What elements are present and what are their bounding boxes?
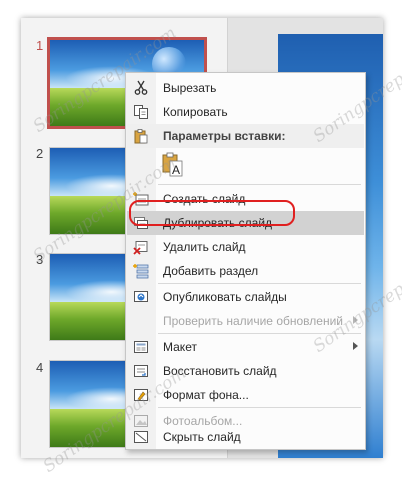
menu-item-label: Удалить слайд — [163, 240, 246, 254]
menu-item-cut[interactable]: Вырезать — [127, 76, 364, 100]
layout-icon — [134, 341, 148, 353]
submenu-arrow-icon — [353, 342, 358, 350]
menu-item-check-updates[interactable]: Проверить наличие обновлений — [127, 309, 364, 333]
menu-item-label: Вырезать — [163, 81, 217, 95]
menu-separator — [158, 184, 361, 185]
menu-header-label: Параметры вставки: — [163, 129, 286, 143]
duplicate-slide-highlight-ring — [129, 200, 295, 226]
menu-item-label: Скрыть слайд — [163, 430, 241, 444]
copy-icon — [134, 105, 148, 119]
slide-number: 1 — [36, 38, 44, 53]
menu-header-paste-options: Параметры вставки: — [127, 124, 364, 148]
slide-number: 2 — [36, 146, 44, 161]
menu-item-delete-slide[interactable]: Удалить слайд — [127, 235, 364, 259]
slide-number: 3 — [36, 252, 44, 267]
paste-option-row: A — [127, 148, 364, 182]
menu-item-label: Проверить наличие обновлений — [163, 314, 343, 328]
svg-text:A: A — [172, 163, 180, 177]
menu-item-label: Копировать — [163, 105, 228, 119]
menu-item-format-background[interactable]: Формат фона... — [127, 383, 364, 407]
menu-item-label: Восстановить слайд — [163, 364, 277, 378]
hide-slide-icon — [134, 431, 148, 443]
menu-item-label: Добавить раздел — [163, 264, 259, 278]
menu-item-add-section[interactable]: Добавить раздел — [127, 259, 364, 283]
menu-item-layout[interactable]: Макет — [127, 335, 364, 359]
menu-item-reset-slide[interactable]: Восстановить слайд — [127, 359, 364, 383]
menu-separator — [158, 407, 361, 408]
context-menu: Вырезать Копировать Параметры вставки: A — [125, 72, 366, 450]
format-background-icon — [134, 389, 148, 401]
scissors-icon — [134, 80, 148, 95]
menu-item-label: Опубликовать слайды — [163, 290, 287, 304]
paste-icon — [134, 129, 148, 144]
publish-slides-icon — [134, 291, 148, 302]
add-section-icon — [133, 264, 149, 279]
slide-number: 4 — [36, 360, 44, 375]
paste-keep-text-icon[interactable]: A — [161, 151, 183, 177]
menu-item-copy[interactable]: Копировать — [127, 100, 364, 124]
reset-slide-icon — [134, 365, 148, 377]
menu-item-label: Формат фона... — [163, 388, 249, 402]
menu-item-label: Макет — [163, 340, 197, 354]
menu-separator — [158, 333, 361, 334]
delete-slide-icon — [133, 241, 148, 255]
menu-separator — [158, 283, 361, 284]
menu-item-publish-slides[interactable]: Опубликовать слайды — [127, 285, 364, 309]
menu-item-hide-slide[interactable]: Скрыть слайд — [127, 425, 364, 449]
submenu-arrow-icon — [353, 316, 358, 324]
